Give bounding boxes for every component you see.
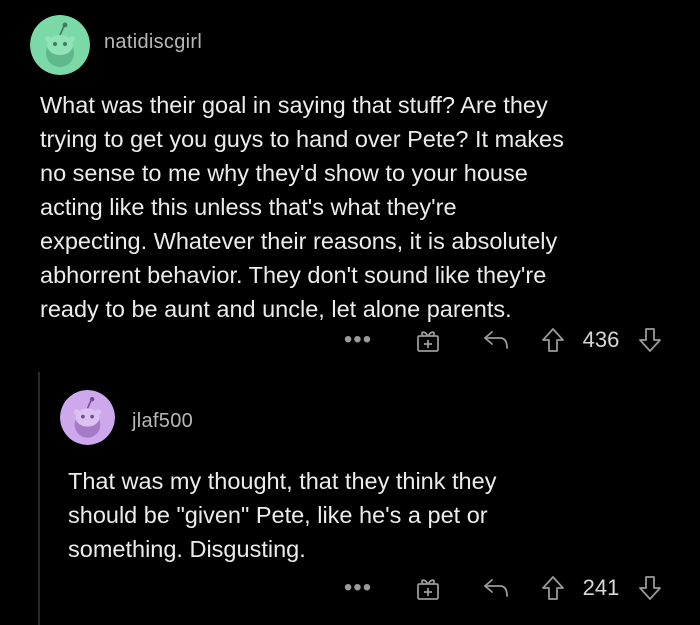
upvote-arrow-icon[interactable] <box>537 320 569 360</box>
upvote-arrow-icon[interactable] <box>537 568 569 608</box>
reply-comment: jlaf500 That was my thought, that they t… <box>38 370 700 625</box>
comment-actions: ••• 241 <box>330 568 675 608</box>
reply-icon[interactable] <box>478 320 514 360</box>
downvote-arrow-icon[interactable] <box>634 320 666 360</box>
comment: natidiscgirl What was their goal in sayi… <box>0 0 700 365</box>
more-options-icon[interactable]: ••• <box>340 568 376 608</box>
vote-score: 436 <box>582 327 620 352</box>
more-options-icon[interactable]: ••• <box>340 320 376 360</box>
reply-icon[interactable] <box>478 568 514 608</box>
comment-actions: ••• 436 <box>330 320 675 360</box>
downvote-arrow-icon[interactable] <box>634 568 666 608</box>
username[interactable]: natidiscgirl <box>104 31 202 54</box>
avatar[interactable] <box>30 15 90 75</box>
vote-score: 241 <box>582 575 620 600</box>
comment-body: That was my thought, that they think the… <box>68 468 497 562</box>
award-icon[interactable] <box>410 320 446 360</box>
award-icon[interactable] <box>410 568 446 608</box>
avatar[interactable] <box>60 390 115 445</box>
comment-body: What was their goal in saying that stuff… <box>40 92 564 322</box>
username[interactable]: jlaf500 <box>132 410 193 433</box>
